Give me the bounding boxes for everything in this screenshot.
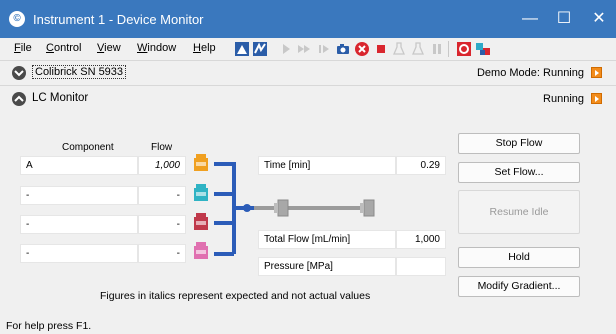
camera-icon[interactable]	[335, 41, 351, 57]
flask-icon[interactable]	[391, 41, 407, 57]
component-cell: -	[20, 186, 138, 205]
total-flow-value: 1,000	[396, 230, 446, 249]
component-cell: A	[20, 156, 138, 175]
column-header-flow: Flow	[151, 142, 173, 153]
lc-monitor-title: LC Monitor	[32, 92, 89, 104]
flow-cell: -	[138, 215, 186, 234]
total-flow-label: Total Flow [mL/min]	[258, 230, 396, 249]
solvent-bottle-d-icon	[194, 242, 208, 259]
time-label: Time [min]	[258, 156, 396, 175]
menu-window[interactable]: Window	[137, 42, 176, 54]
flow-cell: -	[138, 244, 186, 263]
stop-flow-button[interactable]: Stop Flow	[458, 133, 580, 154]
network-icon[interactable]	[475, 41, 491, 57]
solvent-bottle-b-icon	[194, 184, 208, 201]
set-flow-button[interactable]: Set Flow...	[458, 162, 580, 183]
sequence-icon[interactable]	[252, 41, 268, 57]
lc-monitor-header: LC Monitor Running	[0, 88, 616, 110]
component-cell: -	[20, 215, 138, 234]
snapshot-icon[interactable]	[456, 41, 472, 57]
flow-cell: -	[138, 186, 186, 205]
resume-idle-button[interactable]: Resume Idle	[458, 190, 580, 234]
step-icon[interactable]	[316, 41, 332, 57]
menu-bar: File Control View Window Help	[0, 38, 616, 60]
stop-icon[interactable]	[373, 41, 389, 57]
solvent-bottle-c-icon	[194, 213, 208, 230]
app-icon: ©	[9, 11, 25, 27]
time-value: 0.29	[396, 156, 446, 175]
menu-help[interactable]: Help	[193, 42, 216, 54]
divider	[0, 85, 616, 86]
close-icon[interactable]: ✕	[587, 7, 611, 31]
audit-icon[interactable]	[234, 41, 250, 57]
minimize-icon[interactable]: —	[518, 7, 542, 31]
column-header-component: Component	[62, 142, 114, 153]
running-status-icon	[591, 93, 602, 104]
device-row: Colibrick SN 5933 Demo Mode: Running	[0, 62, 616, 84]
menu-file[interactable]: File	[14, 42, 32, 54]
collapse-icon[interactable]	[12, 92, 26, 106]
lc-monitor-status: Running	[543, 93, 584, 105]
component-cell: -	[20, 244, 138, 263]
solvent-bottle-a-icon	[194, 154, 208, 171]
status-bar: For help press F1.	[0, 320, 616, 334]
flask-alt-icon[interactable]	[410, 41, 426, 57]
play-icon[interactable]	[278, 41, 294, 57]
hold-button[interactable]: Hold	[458, 247, 580, 268]
maximize-icon[interactable]: ☐	[552, 7, 576, 31]
italics-note: Figures in italics represent expected an…	[100, 290, 371, 302]
abort-icon[interactable]	[354, 41, 370, 57]
fast-forward-icon[interactable]	[296, 41, 312, 57]
menu-view[interactable]: View	[97, 42, 121, 54]
title-bar: © Instrument 1 - Device Monitor — ☐ ✕	[0, 0, 616, 38]
pressure-label: Pressure [MPa]	[258, 257, 396, 276]
divider	[0, 60, 616, 61]
modify-gradient-button[interactable]: Modify Gradient...	[458, 276, 580, 297]
running-status-icon	[591, 67, 602, 78]
pressure-value	[396, 257, 446, 276]
window-title: Instrument 1 - Device Monitor	[33, 12, 204, 27]
toolbar-divider	[448, 41, 449, 57]
menu-control[interactable]: Control	[46, 42, 81, 54]
device-name[interactable]: Colibrick SN 5933	[32, 65, 127, 79]
device-status: Demo Mode: Running	[476, 67, 584, 79]
flow-cell: 1,000	[138, 156, 186, 175]
pause-icon[interactable]	[429, 41, 445, 57]
collapse-icon[interactable]	[12, 66, 26, 80]
